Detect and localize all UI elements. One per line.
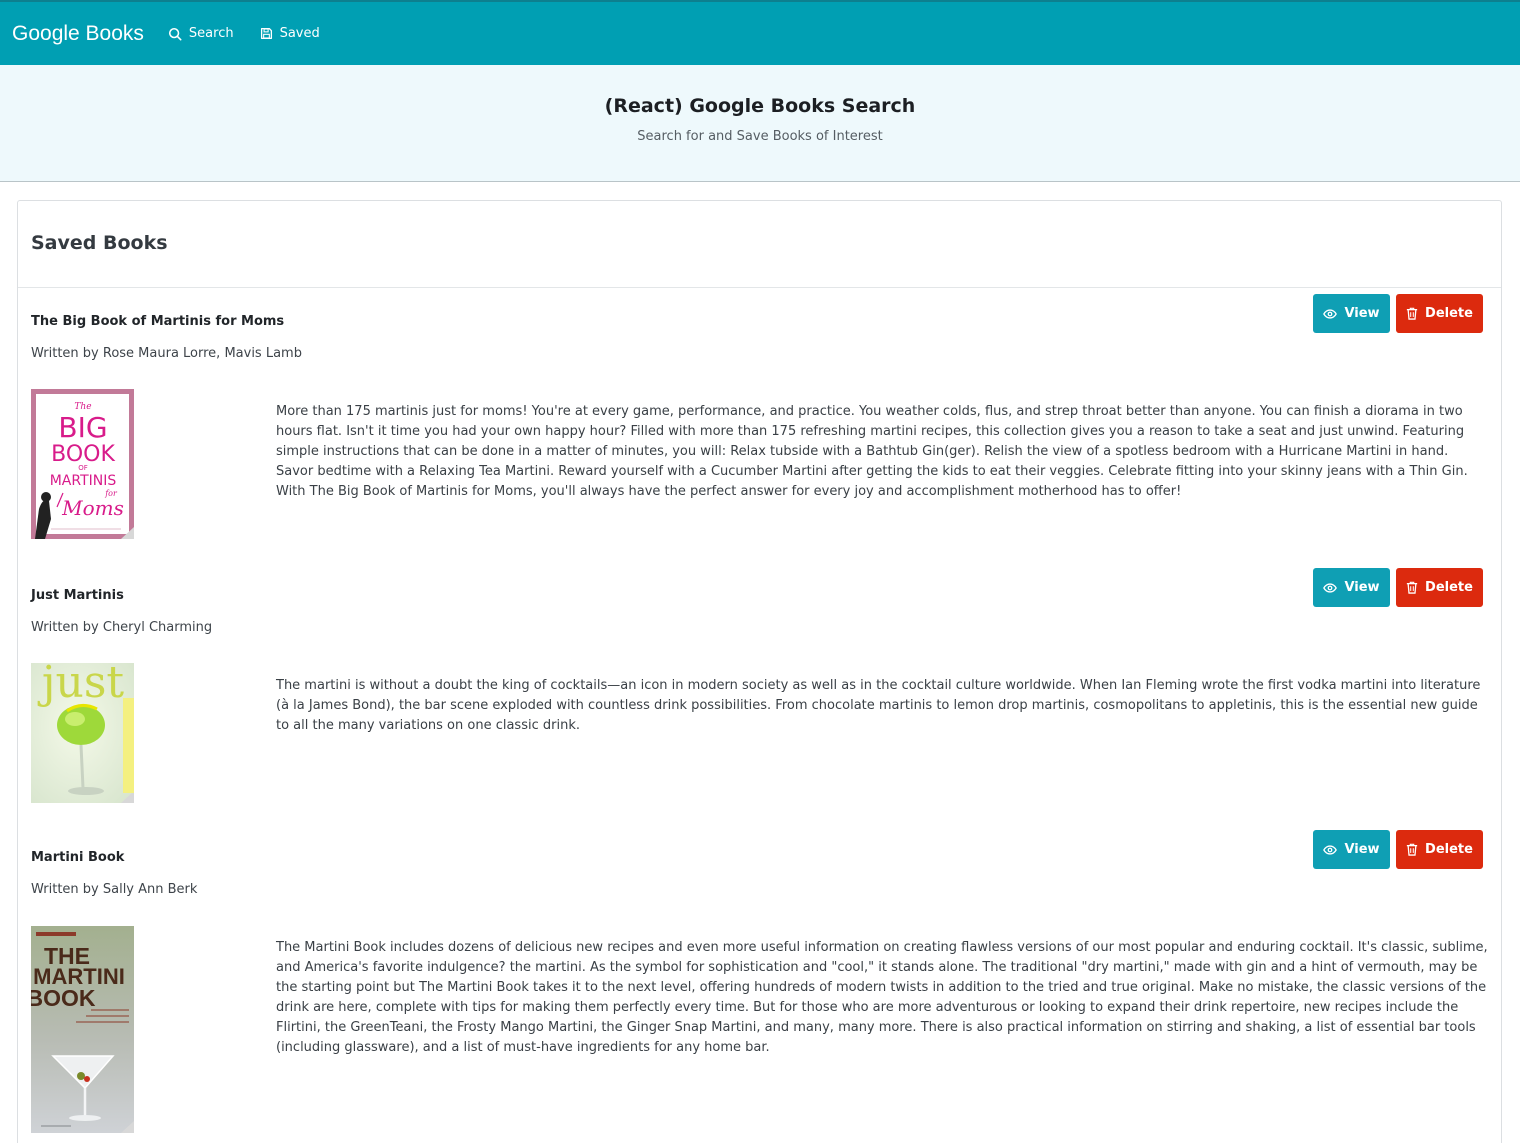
book-cover-image: The BIG BOOK OF MARTINIS for Moms — [31, 389, 134, 539]
eye-icon — [1323, 844, 1338, 855]
delete-button[interactable]: Delete — [1396, 568, 1483, 607]
trash-icon — [1406, 843, 1418, 856]
book-description: The martini is without a doubt the king … — [276, 678, 1481, 733]
page-subtitle: Search for and Save Books of Interest — [637, 129, 883, 144]
delete-button-label: Delete — [1425, 580, 1473, 595]
view-button-label: View — [1344, 842, 1380, 857]
jumbotron: (React) Google Books Search Search for a… — [0, 65, 1520, 182]
nav-saved-link[interactable]: Saved — [260, 26, 320, 41]
view-button-label: View — [1344, 580, 1380, 595]
book-cover-image: just — [31, 663, 134, 803]
cover-word: BOOK — [31, 985, 96, 1011]
book-title: Martini Book — [31, 850, 125, 865]
book-item: Martini Book Written by Sally Ann Berk V… — [18, 825, 1503, 1143]
book-authors: Written by Sally Ann Berk — [31, 882, 198, 897]
book-cover-image: THE MARTINI BOOK — [31, 926, 134, 1133]
delete-button[interactable]: Delete — [1396, 830, 1483, 869]
book-authors: Written by Rose Maura Lorre, Mavis Lamb — [31, 346, 302, 361]
card-title: Saved Books — [31, 232, 168, 254]
view-button[interactable]: View — [1313, 830, 1390, 869]
book-item: Just Martinis Written by Cheryl Charming… — [18, 563, 1503, 813]
book-title: Just Martinis — [31, 588, 124, 603]
delete-button-label: Delete — [1425, 306, 1473, 321]
search-icon — [168, 27, 182, 40]
book-title: The Big Book of Martinis for Moms — [31, 314, 285, 329]
view-button[interactable]: View — [1313, 568, 1390, 607]
card-header: Saved Books — [18, 201, 1501, 288]
cover-word: MARTINIS — [50, 473, 117, 489]
nav-saved-label: Saved — [279, 26, 320, 41]
view-button[interactable]: View — [1313, 294, 1390, 333]
page-title: (React) Google Books Search — [604, 95, 916, 117]
cover-word: BIG — [58, 411, 107, 444]
nav-search-link[interactable]: Search — [168, 26, 234, 41]
delete-button-label: Delete — [1425, 842, 1473, 857]
delete-button[interactable]: Delete — [1396, 294, 1483, 333]
navbar: Google Books Search Saved — [0, 0, 1520, 65]
nav-search-label: Search — [188, 26, 234, 41]
book-description: More than 175 martinis just for moms! Yo… — [276, 404, 1468, 499]
trash-icon — [1406, 307, 1418, 320]
book-item: The Big Book of Martinis for Moms Writte… — [18, 289, 1503, 549]
book-authors: Written by Cheryl Charming — [31, 620, 213, 635]
saved-books-card: Saved Books The Big Book of Martinis for… — [17, 200, 1502, 1143]
view-button-label: View — [1344, 306, 1380, 321]
brand-link[interactable]: Google Books — [12, 22, 144, 46]
book-description: The Martini Book includes dozens of deli… — [276, 940, 1488, 1055]
eye-icon — [1323, 582, 1338, 593]
eye-icon — [1323, 308, 1338, 319]
trash-icon — [1406, 581, 1418, 594]
cover-word: OF — [78, 464, 88, 472]
save-icon — [260, 27, 272, 40]
cover-word: Moms — [61, 496, 124, 520]
cover-word: just — [37, 663, 125, 708]
